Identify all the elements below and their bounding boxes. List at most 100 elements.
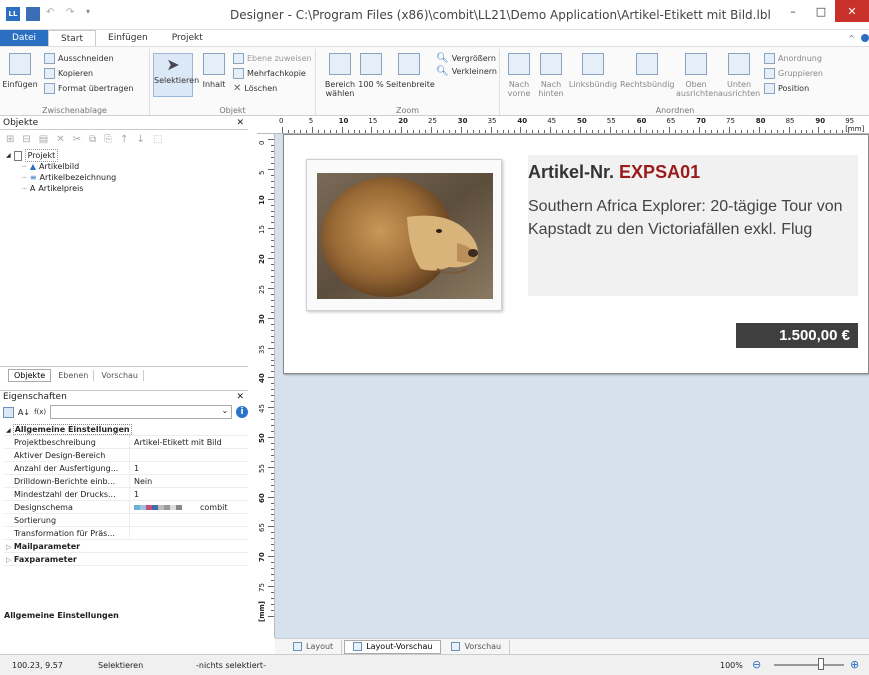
ruler-tick <box>508 130 510 133</box>
tab-vorschau[interactable]: Vorschau <box>443 639 511 654</box>
zoom-slider-thumb[interactable] <box>818 658 824 670</box>
cut-icon[interactable]: ✂ <box>73 134 81 145</box>
cut-button[interactable]: Ausschneiden <box>44 53 114 64</box>
app-icon[interactable]: LL <box>6 7 20 21</box>
delete-button[interactable]: ✕ Löschen <box>233 83 277 94</box>
formula-icon[interactable]: f(x) <box>34 408 46 416</box>
article-text-object[interactable]: Artikel-Nr. EXPSA01 Southern Africa Expl… <box>528 155 858 296</box>
ruler-tick <box>271 335 274 337</box>
save-icon[interactable] <box>26 7 40 21</box>
property-row[interactable]: Sortierung <box>4 514 248 527</box>
qat-menu-icon[interactable]: ▾ <box>86 7 100 21</box>
info-icon[interactable]: i <box>236 406 248 418</box>
send-back-button[interactable]: Nach hinten <box>536 53 566 98</box>
delete-icon[interactable]: ✕ <box>56 134 64 145</box>
tab-ebenen[interactable]: Ebenen <box>53 370 95 381</box>
tree-collapse-icon[interactable]: ⊟ <box>22 134 30 145</box>
tree-item-artikelpreis[interactable]: ┄ A Artikelpreis <box>6 183 242 194</box>
ruler-tick <box>271 395 274 397</box>
undo-icon[interactable]: ↶ <box>46 7 60 21</box>
select-button[interactable]: ➤ Selektieren <box>153 53 199 97</box>
tab-layout[interactable]: Layout <box>285 639 343 654</box>
tab-objekte[interactable]: Objekte <box>8 369 52 382</box>
copy-button[interactable]: Kopieren <box>44 68 93 79</box>
property-row[interactable]: Drilldown-Berichte einb... Nein <box>4 475 248 488</box>
help-icon[interactable] <box>861 34 869 42</box>
ruler-tick <box>271 264 274 266</box>
zoom-out-icon[interactable]: ⊖ <box>752 658 761 671</box>
expand-arrow-icon[interactable]: ◢ <box>6 150 11 161</box>
article-price[interactable]: 1.500,00 € <box>736 323 858 348</box>
zoom-out-button[interactable]: 🔍︎ Verkleinern <box>436 66 497 77</box>
ruler-tick <box>711 130 713 133</box>
paste-button[interactable]: Einfügen <box>2 53 38 89</box>
zoom-100-button[interactable]: 100 % <box>358 53 384 89</box>
grouping-button[interactable]: Gruppieren <box>764 68 823 79</box>
ruler-tick <box>271 282 274 284</box>
zoom-slider[interactable] <box>774 664 844 666</box>
tab-start[interactable]: Start <box>48 30 97 46</box>
align-left-button[interactable]: Linksbündig <box>568 53 618 89</box>
category-row[interactable]: ▷ Faxparameter <box>4 553 248 566</box>
tab-projekt[interactable]: Projekt <box>160 30 215 46</box>
copy-icon[interactable]: ⧉ <box>89 134 96 145</box>
content-button[interactable]: Inhalt <box>199 53 229 89</box>
property-row[interactable]: Aktiver Design-Bereich <box>4 449 248 462</box>
close-objects-panel-icon[interactable]: ✕ <box>236 116 244 130</box>
page-width-button[interactable]: Seitenbreite <box>386 53 435 89</box>
tree-root[interactable]: ◢ Projekt <box>6 149 242 162</box>
ruler-top-label: 55 <box>606 117 616 125</box>
category-row[interactable]: ▷ Mailparameter <box>4 540 248 553</box>
property-filter-combo[interactable]: ⌄ <box>50 405 233 419</box>
move-down-icon[interactable]: ↓ <box>137 134 145 145</box>
category-row[interactable]: ◢ Allgemeine Einstellungen <box>4 423 248 436</box>
label-page[interactable]: Artikel-Nr. EXPSA01 Southern Africa Expl… <box>283 134 869 374</box>
bring-front-button[interactable]: Nach vorne <box>504 53 534 98</box>
tree-item-artikelbezeichnung[interactable]: ┄ ≡ Artikelbezeichnung <box>6 172 242 183</box>
arrangement-button[interactable]: Anordnung <box>764 53 822 64</box>
categorized-icon[interactable] <box>3 406 14 418</box>
align-bottom-button[interactable]: Unten ausrichten <box>718 53 760 98</box>
paste-icon[interactable]: ⎘ <box>104 134 112 145</box>
fit-icon[interactable]: ⬚ <box>153 134 162 145</box>
tab-einfuegen[interactable]: Einfügen <box>96 30 160 46</box>
close-button[interactable]: ✕ <box>835 0 869 22</box>
align-right-button[interactable]: Rechtsbündig <box>620 53 675 89</box>
tab-layout-vorschau[interactable]: Layout-Vorschau <box>344 639 442 654</box>
redo-icon[interactable]: ↷ <box>66 7 80 21</box>
ribbon-collapse-icon[interactable]: ^ <box>848 34 855 43</box>
ruler-top-label: 80 <box>755 117 766 125</box>
property-row[interactable]: Projektbeschreibung Artikel-Etikett mit B… <box>4 436 248 449</box>
property-row[interactable]: Designschema combit <box>4 501 248 514</box>
maximize-button[interactable]: □ <box>807 0 835 22</box>
select-area-button[interactable]: Bereich wählen <box>324 53 356 98</box>
article-description: Southern Africa Explorer: 20-tägige Tour… <box>528 198 843 238</box>
tree-expand-icon[interactable]: ⊞ <box>6 134 14 145</box>
zoom-in-icon[interactable]: ⊕ <box>850 658 859 671</box>
close-properties-panel-icon[interactable]: ✕ <box>236 391 244 404</box>
tab-datei[interactable]: Datei <box>0 30 49 46</box>
property-row[interactable]: Mindestzahl der Drucks... 1 <box>4 488 248 501</box>
position-button[interactable]: Position <box>764 83 809 94</box>
multi-copy-button[interactable]: Mehrfachkopie <box>233 68 306 79</box>
property-row[interactable]: Transformation für Präs... <box>4 527 248 540</box>
ruler-tick <box>442 130 444 133</box>
title-bar: LL ↶ ↷ ▾ Designer - C:\Program Files (x8… <box>0 0 869 30</box>
objects-panel-header: Objekte ✕ <box>0 116 248 130</box>
minimize-button[interactable]: – <box>779 0 807 22</box>
sort-az-icon[interactable]: A↓ <box>18 408 30 417</box>
align-top-button[interactable]: Oben ausrichten <box>676 53 718 98</box>
assign-layer-button[interactable]: Ebene zuweisen <box>233 53 312 64</box>
property-row[interactable]: Anzahl der Ausfertigung... 1 <box>4 462 248 475</box>
article-image-object[interactable] <box>306 159 502 311</box>
ruler-left: 0 5 10 15 20 25 30 35 40 45 50 55 60 65 70 75 [mm] <box>257 134 275 638</box>
tab-vorschau-panel[interactable]: Vorschau <box>96 370 144 381</box>
ruler-tick <box>848 127 850 133</box>
format-painter-button[interactable]: Format übertragen <box>44 83 134 94</box>
move-up-icon[interactable]: ↑ <box>120 134 128 145</box>
properties-icon[interactable]: ▤ <box>39 134 48 145</box>
ruler-tick <box>271 568 274 570</box>
ruler-tick <box>681 130 683 133</box>
zoom-in-button[interactable]: 🔍︎ Vergrößern <box>436 53 496 64</box>
tree-item-artikelbild[interactable]: ┄ ▲ Artikelbild <box>6 161 242 172</box>
